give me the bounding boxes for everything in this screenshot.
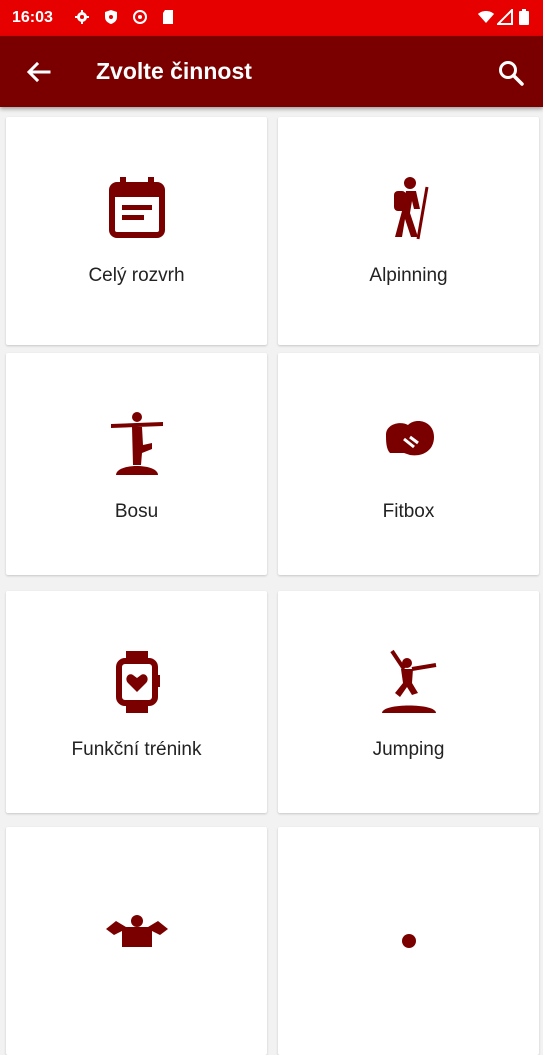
- activity-tile-alpinning[interactable]: Alpinning: [278, 117, 539, 345]
- activity-label: Celý rozvrh: [88, 265, 185, 286]
- search-icon[interactable]: [496, 58, 526, 88]
- activity-label: Jumping: [372, 739, 445, 760]
- arrow-back-icon[interactable]: [24, 57, 54, 87]
- shield-icon: [105, 10, 117, 24]
- activity-tile-bosu[interactable]: Bosu: [6, 353, 267, 575]
- calendar-icon: [108, 177, 165, 238]
- activity-tile-cely-rozvrh[interactable]: Celý rozvrh: [6, 117, 267, 345]
- signal-icon: [497, 9, 513, 25]
- person-icon: [401, 934, 416, 948]
- activity-tile-jumping[interactable]: Jumping: [278, 591, 539, 813]
- wifi-icon: [478, 11, 494, 23]
- status-time: 16:03: [12, 9, 53, 26]
- app-bar: Zvolte činnost: [0, 36, 543, 107]
- activity-tile-other[interactable]: [278, 827, 539, 1055]
- activity-label: Funkční trénink: [71, 739, 202, 760]
- trampoline-jump-icon: [381, 649, 436, 713]
- strongman-icon: [105, 915, 168, 947]
- smartwatch-heart-icon: [115, 651, 160, 713]
- sd-card-icon: [163, 10, 173, 24]
- activity-tile-strength[interactable]: [6, 827, 267, 1055]
- activity-label: Alpinning: [369, 265, 448, 286]
- activity-label: Fitbox: [382, 501, 435, 522]
- activity-label: Bosu: [114, 501, 159, 522]
- battery-icon: [519, 9, 529, 25]
- bosu-balance-icon: [110, 412, 163, 475]
- data-saver-icon: [133, 10, 147, 24]
- activity-tile-funkcni-trenink[interactable]: Funkční trénink: [6, 591, 267, 813]
- boxing-glove-icon: [385, 421, 434, 456]
- hiker-icon: [393, 177, 428, 240]
- activity-grid: Celý rozvrh Alpinning Bosu Fitbox Funkčn…: [0, 107, 543, 1055]
- status-bar: 16:03: [0, 0, 543, 36]
- page-title: Zvolte činnost: [96, 58, 252, 84]
- gear-icon: [75, 10, 89, 24]
- activity-tile-fitbox[interactable]: Fitbox: [278, 353, 539, 575]
